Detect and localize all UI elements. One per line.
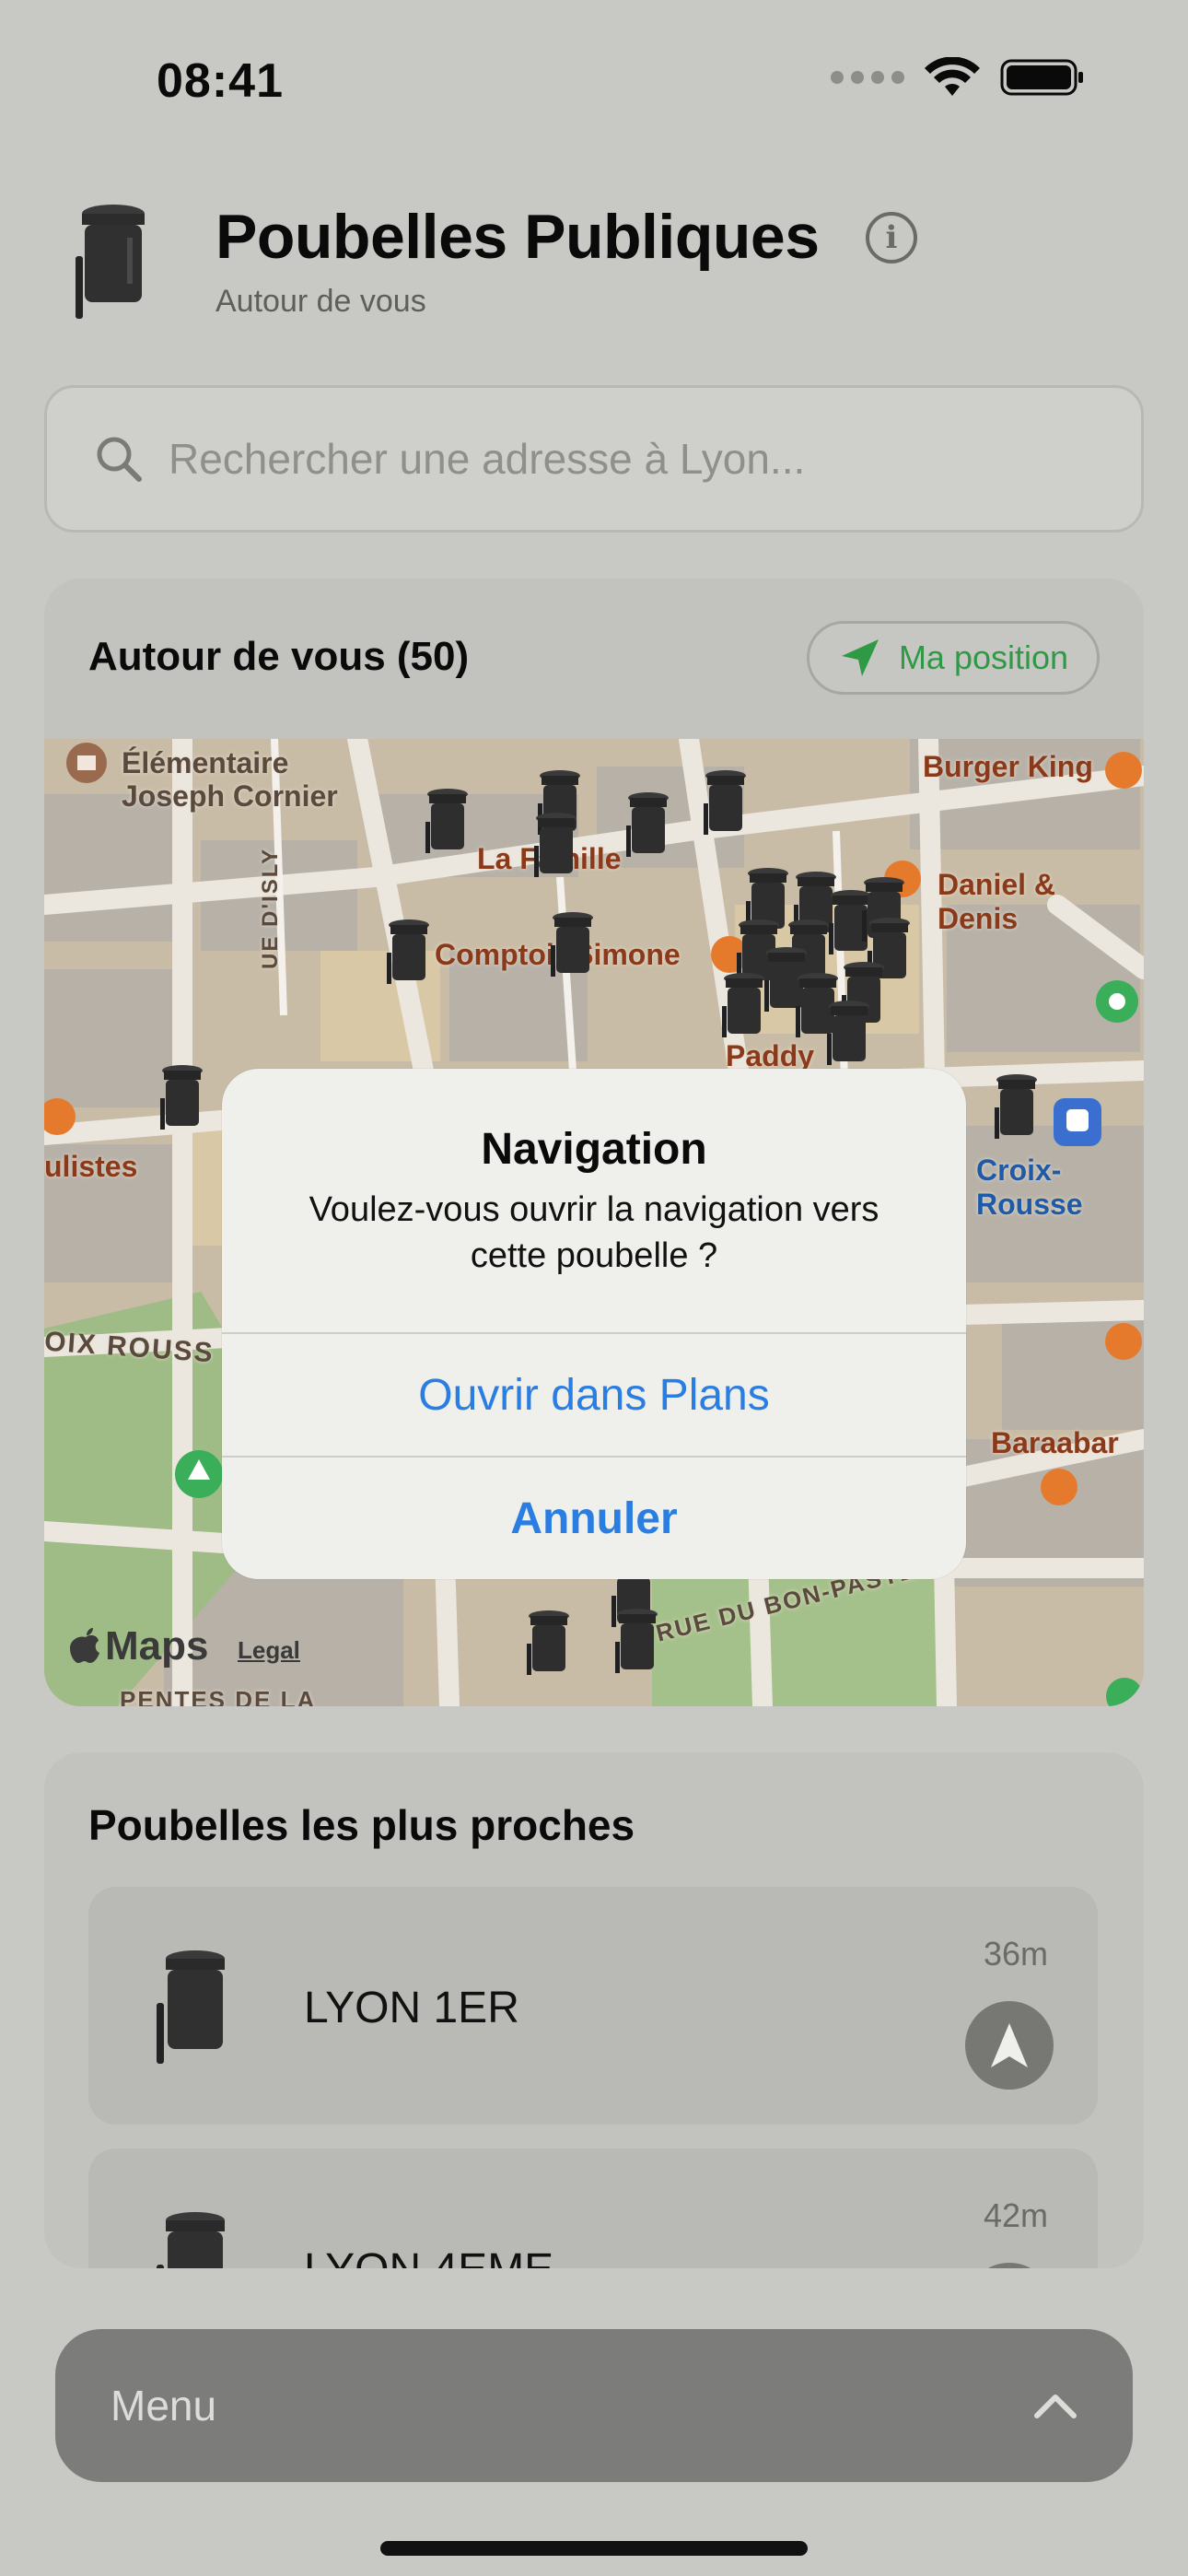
cancel-button[interactable]: Annuler [222, 1458, 966, 1579]
wifi-icon [925, 57, 980, 96]
search-input[interactable]: Rechercher une adresse à Lyon... [44, 385, 1144, 533]
trash-bin-marker [534, 813, 577, 877]
bin-distance: 36m [983, 1935, 1048, 1973]
list-item[interactable]: LYON 1ER 36m [88, 1887, 1098, 2125]
search-icon [97, 437, 142, 482]
legal-link[interactable]: Legal [238, 1636, 300, 1665]
alert-message: Voulez-vous ouvrir la navigation vers ce… [309, 1190, 879, 1275]
trash-bin-marker [615, 1609, 658, 1673]
maps-brand-label: Maps [105, 1623, 209, 1669]
navigation-alert: Navigation Voulez-vous ouvrir la navigat… [222, 1069, 966, 1579]
my-position-label: Ma position [898, 638, 1069, 676]
trash-bin-marker [722, 973, 764, 1037]
battery-icon [1000, 59, 1083, 96]
map-card-title: Autour de vous (50) [88, 634, 470, 679]
trash-bin-marker [160, 1065, 203, 1130]
alert-title: Navigation [481, 1125, 707, 1174]
trash-bin-icon [157, 2212, 225, 2268]
trash-bin-marker [626, 792, 669, 857]
menu-label: Menu [111, 2382, 217, 2430]
trash-bin-marker [827, 1001, 869, 1065]
location-arrow-icon [841, 639, 879, 676]
trash-bin-icon [76, 205, 145, 319]
navigation-arrow-icon [991, 2023, 1028, 2067]
open-in-maps-button[interactable]: Ouvrir dans Plans [222, 1334, 966, 1456]
menu-button[interactable]: Menu [55, 2329, 1133, 2482]
trash-bin-icon [157, 1950, 225, 2064]
trash-bin-marker [387, 919, 429, 984]
search-placeholder: Rechercher une adresse à Lyon... [169, 435, 806, 483]
chevron-up-icon [1034, 2395, 1077, 2418]
page-subtitle: Autour de vous [215, 284, 426, 319]
status-icons [831, 57, 1085, 98]
list-item[interactable]: LYON 4EME 42m [88, 2149, 1098, 2268]
status-time: 08:41 [157, 54, 284, 108]
trash-bin-marker [551, 912, 593, 977]
info-icon[interactable]: i [866, 212, 917, 263]
trash-bin-marker [995, 1074, 1037, 1139]
navigate-button[interactable] [965, 2001, 1054, 2090]
trash-bin-marker [704, 770, 746, 835]
trash-bin-marker [425, 789, 468, 853]
apple-maps-logo: Maps [70, 1623, 208, 1669]
bin-name: LYON 4EME [304, 2244, 553, 2268]
bin-distance: 42m [983, 2196, 1048, 2234]
apple-logo-icon [70, 1628, 99, 1663]
my-position-button[interactable]: Ma position [807, 621, 1100, 695]
nearest-bins-card: Poubelles les plus proches LYON 1ER 36m … [44, 1752, 1144, 2268]
trash-bin-marker [527, 1610, 569, 1675]
page-title: Poubelles Publiques [215, 202, 820, 272]
home-indicator[interactable] [380, 2541, 808, 2556]
cellular-signal-icon [831, 71, 904, 84]
nearest-bins-title: Poubelles les plus proches [88, 1801, 635, 1849]
bin-name: LYON 1ER [304, 1984, 519, 2032]
